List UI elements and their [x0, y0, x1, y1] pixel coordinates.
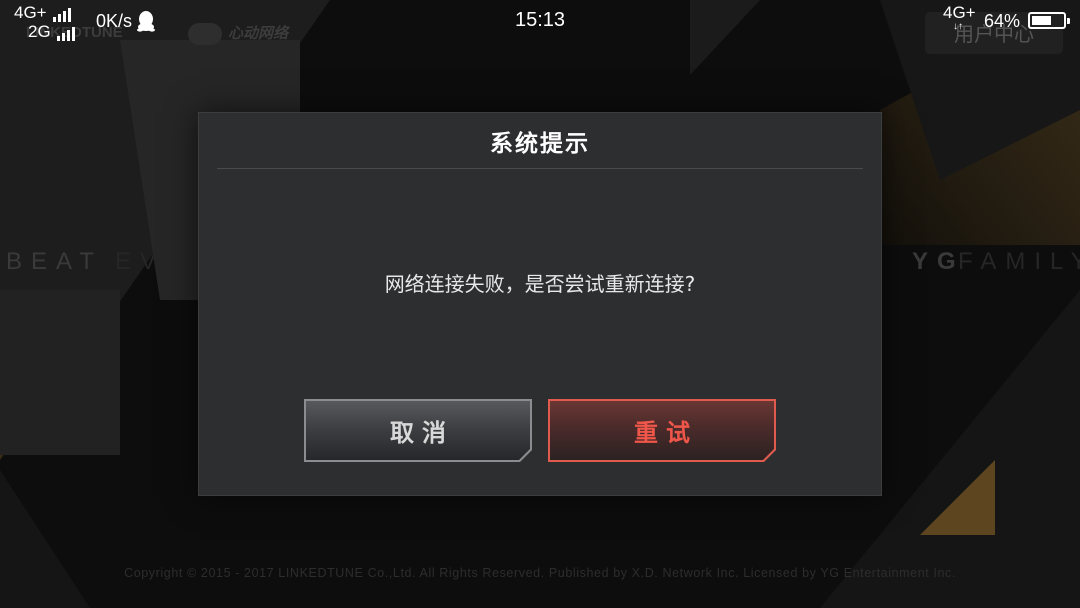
status-bar: 4G+ 2G 0K/s 15:13 4G+ ↓↑ 64% [0, 0, 1080, 44]
bg-text-yg: YG [912, 248, 965, 275]
right-network: 4G+ ↓↑ [943, 3, 976, 32]
copyright-text: Copyright © 2015 - 2017 LINKEDTUNE Co.,L… [124, 566, 956, 580]
dialog-title: 系统提示 [490, 131, 590, 157]
retry-button[interactable]: 重试 [548, 399, 776, 462]
bg-text-family: FAMILY [958, 248, 1080, 275]
system-prompt-dialog: 系统提示 网络连接失败，是否尝试重新连接? 取消 重试 [198, 112, 882, 496]
cancel-button-label: 取消 [306, 401, 530, 460]
retry-button-label: 重试 [550, 401, 774, 460]
cancel-button[interactable]: 取消 [304, 399, 532, 462]
battery-percent: 64% [984, 11, 1021, 31]
dialog-divider [217, 168, 863, 169]
bg-text-beat: BEAT [6, 248, 103, 275]
bg-text-evo: EVO [115, 248, 193, 275]
battery-icon [1028, 12, 1070, 29]
data-arrows-icon: ↓↑ [953, 21, 963, 32]
status-time: 15:13 [514, 9, 566, 31]
battery-fill [1032, 16, 1052, 25]
dialog-message: 网络连接失败，是否尝试重新连接? [384, 272, 696, 296]
